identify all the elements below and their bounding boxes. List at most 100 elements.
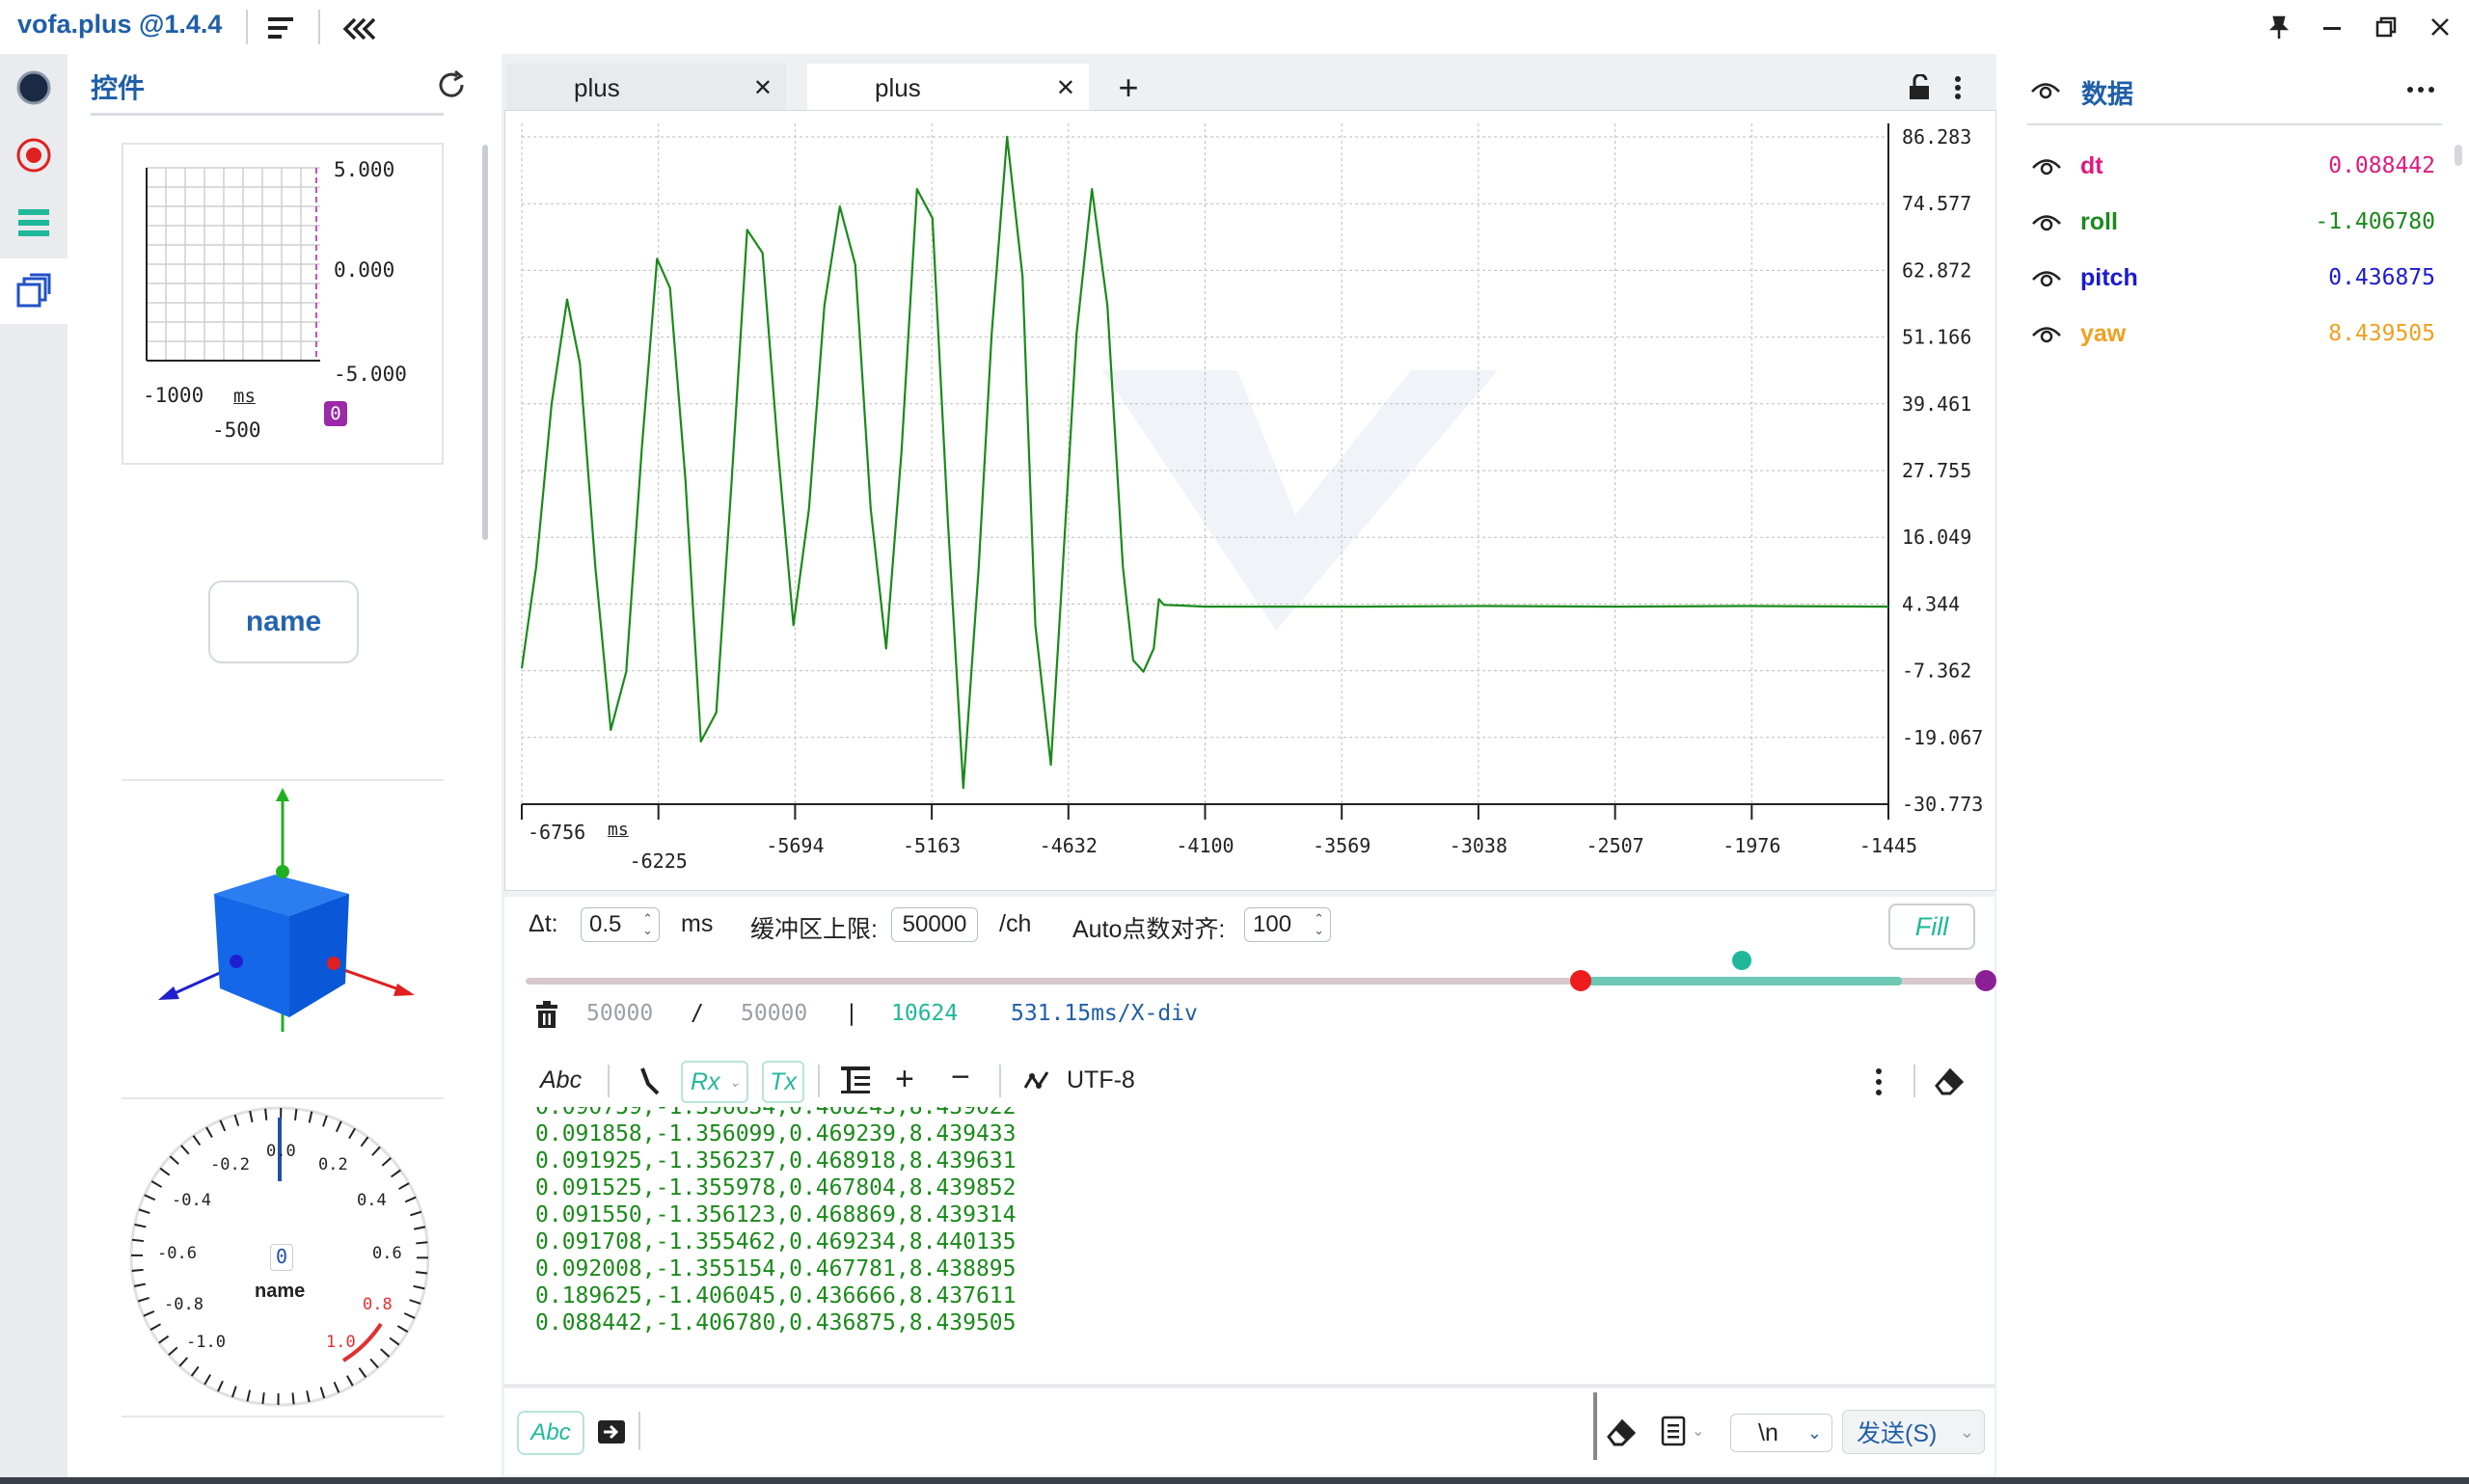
encoding-label[interactable]: UTF-8: [1067, 1066, 1135, 1094]
title-divider: [318, 10, 320, 44]
terminal-output[interactable]: 0.090759,-1.356634,0.468243,8.439022 0.0…: [535, 1107, 1982, 1348]
dt-label: Δt:: [529, 910, 558, 937]
controls-scrollbar[interactable]: [482, 145, 488, 540]
widget-divider: [122, 1097, 444, 1099]
x-tick-label: -5163: [903, 834, 961, 857]
spinner-icon[interactable]: ⌃ ⌄: [1314, 912, 1324, 936]
tx-button[interactable]: Tx: [762, 1061, 804, 1103]
collapse-icon[interactable]: [339, 12, 382, 46]
data-item-name: dt: [2080, 151, 2103, 179]
tab-label: plus: [875, 72, 921, 102]
fill-button[interactable]: Fill: [1888, 904, 1975, 950]
tab-plus-2[interactable]: plus ✕: [807, 64, 1089, 112]
send-file-icon[interactable]: [596, 1416, 627, 1446]
minimize-icon[interactable]: [2313, 10, 2351, 44]
send-label: 发送(S): [1857, 1420, 1938, 1447]
waveform-chart: 86.283 74.577 62.872 51.166 39.461 27.755 16.0…: [520, 123, 1983, 873]
y-tick-label: 86.283: [1902, 125, 1971, 148]
mini-plot-channel-badge: 0: [324, 401, 347, 426]
add-tab-icon[interactable]: +: [1104, 64, 1153, 112]
send-splitter[interactable]: [1593, 1392, 1597, 1460]
connection-icon[interactable]: [10, 64, 58, 112]
tab-more-icon[interactable]: [1943, 64, 1972, 112]
tab-plus-1[interactable]: plus ✕: [506, 64, 786, 112]
time-per-div: 531.15ms/X-div: [1011, 1001, 1198, 1026]
range-slider-start-handle[interactable]: [1570, 970, 1591, 991]
gauge-name: name: [255, 1281, 306, 1302]
controls-title: 控件: [91, 73, 146, 103]
eye-icon[interactable]: [2030, 205, 2063, 238]
record-icon[interactable]: [10, 131, 58, 179]
gauge-tick: -1.0: [186, 1333, 226, 1352]
section-divider: [504, 1385, 1994, 1387]
attitude-cube-widget[interactable]: [145, 786, 434, 1046]
trash-icon[interactable]: [532, 999, 561, 1030]
data-more-icon[interactable]: [2405, 83, 2438, 96]
gauge-tick: 1.0: [326, 1333, 356, 1352]
history-icon: [1661, 1416, 1686, 1446]
gauge-tick: -0.2: [210, 1155, 250, 1174]
range-slider-end-handle[interactable]: [1975, 970, 1996, 991]
text-format-icon[interactable]: [839, 1063, 872, 1097]
x-tick-label: -6225: [630, 850, 688, 873]
pin-icon[interactable]: [2259, 10, 2297, 44]
encoding-icon[interactable]: [1022, 1066, 1053, 1095]
zoom-out-icon[interactable]: −: [951, 1059, 970, 1096]
cursor-icon[interactable]: [637, 1065, 664, 1097]
controls-title-divider: [91, 113, 444, 116]
text-mode-button[interactable]: Abc: [540, 1066, 582, 1094]
terminal-line: 0.091858,-1.356099,0.469239,8.439433: [535, 1121, 1017, 1147]
app-title: vofa.plus @1.4.4: [17, 10, 223, 39]
tab-close-icon[interactable]: ✕: [753, 74, 773, 102]
data-item-value: 0.088442: [2328, 153, 2435, 178]
send-text-mode-button[interactable]: Abc: [517, 1411, 584, 1455]
name-button[interactable]: name: [208, 580, 359, 663]
dt-input[interactable]: 0.5 ⌃ ⌄: [581, 907, 660, 942]
spinner-icon[interactable]: ⌃ ⌄: [642, 912, 653, 936]
history-button[interactable]: ⌄: [1659, 1414, 1713, 1448]
range-slider-center-handle[interactable]: [1732, 951, 1751, 970]
rx-button[interactable]: Rx ⌄: [681, 1061, 748, 1103]
mini-plot-widget[interactable]: 5.000 0.000 -5.000 -1000 ms -500 0: [122, 143, 444, 465]
toolbar-divider: [608, 1065, 610, 1097]
zoom-in-icon[interactable]: +: [895, 1061, 914, 1098]
buffer-limit: 50000: [741, 1001, 808, 1026]
data-item-value: 8.439505: [2328, 321, 2435, 346]
data-panel-divider: [2027, 123, 2442, 125]
newline-select[interactable]: \n ⌄: [1730, 1414, 1832, 1452]
x-tick-label: -4632: [1040, 834, 1098, 857]
x-tick-label: -1445: [1859, 834, 1917, 857]
eye-icon[interactable]: [2030, 261, 2063, 294]
gauge-tick: -0.4: [172, 1191, 211, 1210]
eye-icon[interactable]: [2030, 317, 2063, 350]
eye-icon[interactable]: [2030, 149, 2063, 182]
data-item-dt[interactable]: dt 0.088442: [2030, 147, 2435, 185]
eraser-icon[interactable]: [1933, 1065, 1966, 1097]
data-item-pitch[interactable]: pitch 0.436875: [2030, 258, 2435, 297]
data-item-yaw[interactable]: yaw 8.439505: [2030, 314, 2435, 353]
point-count: 10624: [891, 1001, 959, 1026]
auto-align-input[interactable]: 100 ⌃ ⌄: [1244, 907, 1331, 942]
tab-close-icon[interactable]: ✕: [1056, 74, 1075, 102]
gauge-tick: 0.0: [266, 1142, 296, 1161]
refresh-icon[interactable]: [434, 67, 469, 102]
mini-plot-y-label: 5.000: [334, 158, 395, 181]
gauge-tick: -0.8: [164, 1295, 203, 1314]
menu-icon[interactable]: [262, 12, 301, 46]
terminal-line: 0.090759,-1.356634,0.468243,8.439022: [535, 1107, 1017, 1120]
terminal-more-icon[interactable]: [1871, 1065, 1886, 1099]
buffer-input[interactable]: 50000: [891, 907, 978, 942]
data-panel-scrollbar[interactable]: [2455, 145, 2462, 166]
y-tick-label: -19.067: [1902, 726, 1983, 749]
data-item-roll[interactable]: roll -1.406780: [2030, 202, 2435, 241]
data-item-name: roll: [2080, 207, 2118, 235]
widgets-icon[interactable]: [10, 266, 58, 314]
gauge-tick: -0.6: [157, 1244, 197, 1263]
data-list-icon[interactable]: [10, 199, 58, 247]
restore-icon[interactable]: [2367, 10, 2405, 44]
unlock-icon[interactable]: [1900, 64, 1939, 112]
eye-icon[interactable]: [2029, 73, 2062, 106]
close-icon[interactable]: [2421, 10, 2459, 44]
clear-input-icon[interactable]: [1605, 1416, 1638, 1448]
send-button[interactable]: 发送(S) ⌄: [1842, 1410, 1985, 1454]
